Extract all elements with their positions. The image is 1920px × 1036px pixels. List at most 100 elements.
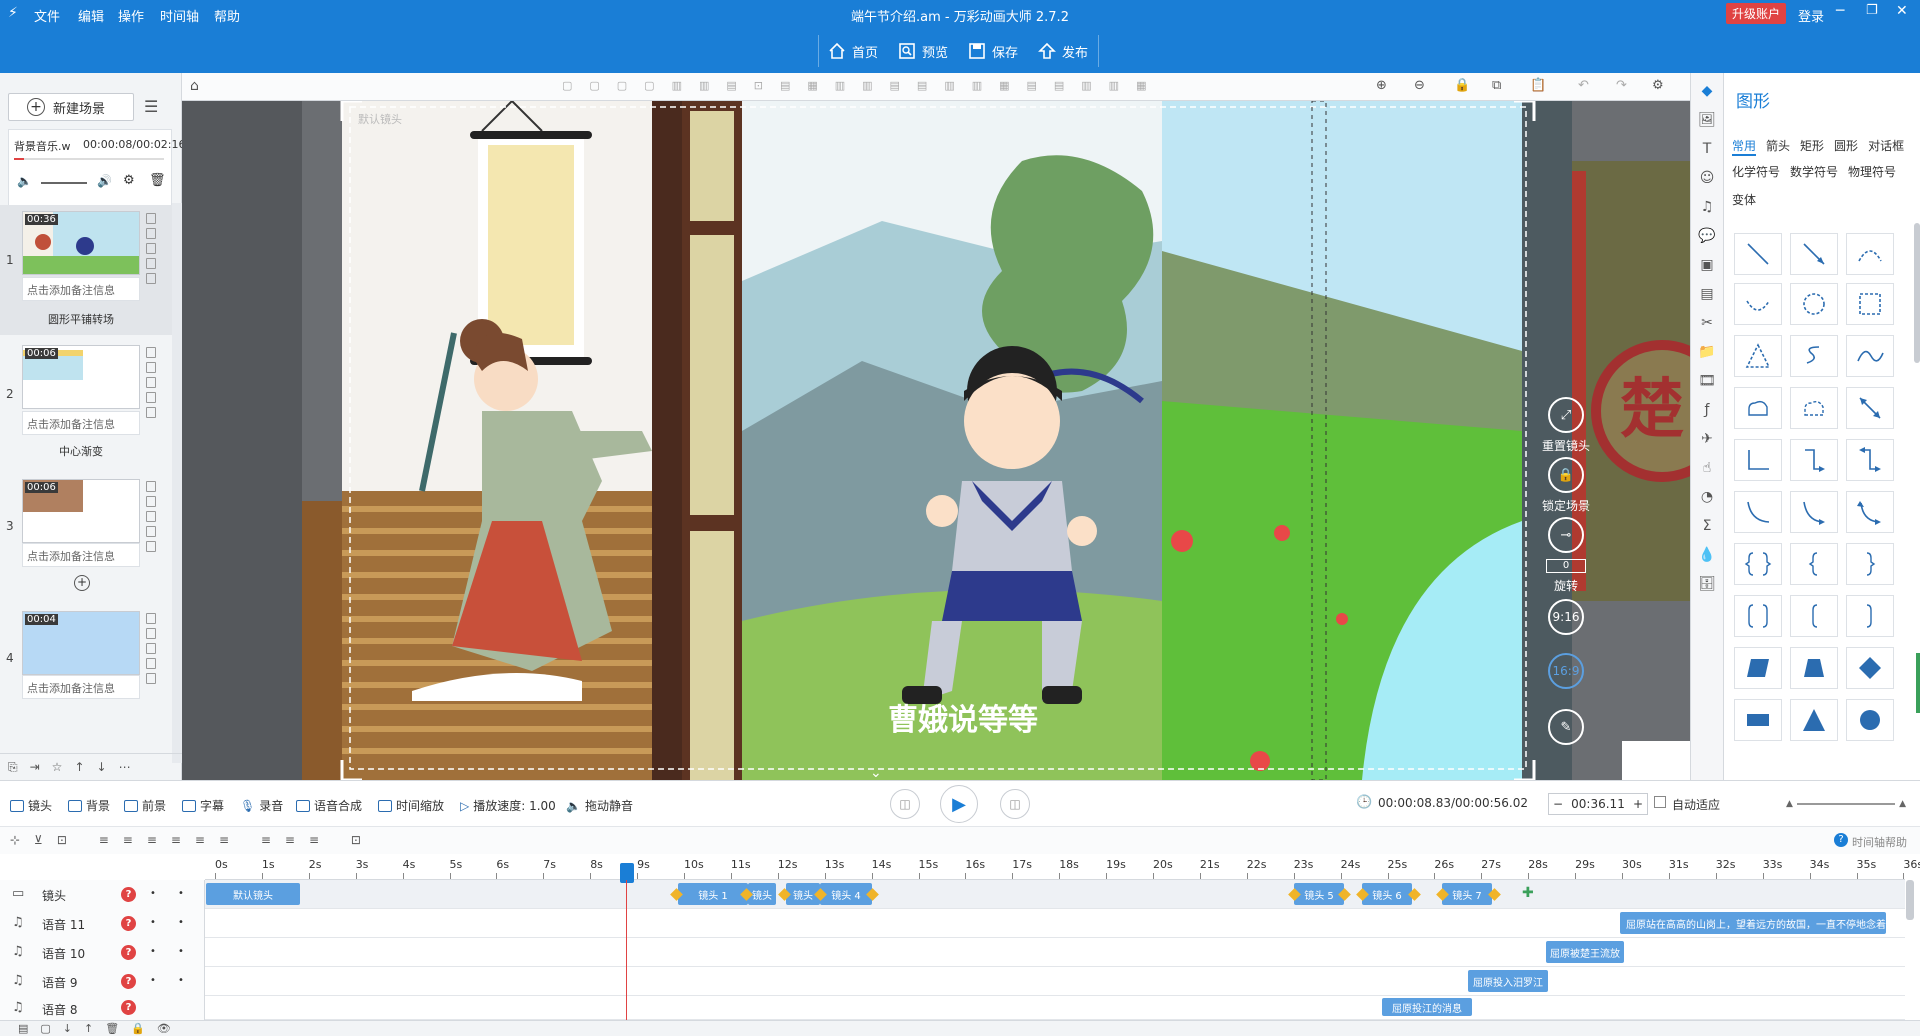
- reset-camera-button[interactable]: ⤢: [1548, 397, 1584, 433]
- record-button[interactable]: 🎙 录音: [240, 797, 283, 814]
- camera-clip-4[interactable]: 镜头 4: [820, 883, 872, 905]
- shape-rect-fill[interactable]: [1734, 699, 1782, 741]
- playback-speed-button[interactable]: ▷ 播放速度: 1.00: [460, 797, 556, 814]
- scene-tools-3[interactable]: [146, 481, 158, 552]
- dot-icon[interactable]: •: [150, 888, 156, 899]
- add-keyframe-icon[interactable]: ✚: [1522, 885, 1534, 901]
- add-camera-button[interactable]: 镜头: [10, 797, 52, 814]
- new-scene-button[interactable]: + 新建场景: [8, 93, 134, 121]
- scene-tools-1[interactable]: [146, 213, 158, 284]
- shape-curve-connector[interactable]: [1734, 491, 1782, 533]
- shape-trapezoid[interactable]: [1790, 647, 1838, 689]
- voice-clip-11[interactable]: 屈原站在高高的山岗上，望着远方的故国，一直不停地念着: [1620, 912, 1886, 934]
- add-subtitle-button[interactable]: 字幕: [182, 797, 224, 814]
- shape-brace-pair[interactable]: [1734, 543, 1782, 585]
- shape-circle-outline[interactable]: [1790, 283, 1838, 325]
- playhead-handle[interactable]: [620, 863, 634, 883]
- auto-fit-checkbox[interactable]: [1654, 796, 1666, 808]
- sigma-icon[interactable]: Σ: [1703, 518, 1712, 534]
- shape-scrollbar[interactable]: [1914, 223, 1920, 363]
- import-icon[interactable]: ⎘: [8, 760, 18, 774]
- rotate-dial[interactable]: ⊸: [1548, 517, 1584, 553]
- shape-diamond[interactable]: [1846, 647, 1894, 689]
- zoom-in-icon[interactable]: ⊕: [1376, 78, 1387, 93]
- scene-note-4[interactable]: 点击添加备注信息: [22, 675, 140, 699]
- voice-clip-10[interactable]: 屈原被楚王流放: [1546, 941, 1624, 963]
- close-icon[interactable]: ✕: [1896, 3, 1908, 19]
- camera-clip-5[interactable]: 镜头 5: [1294, 883, 1344, 905]
- lock-icon[interactable]: 🔒: [1454, 78, 1470, 93]
- save-button[interactable]: 保存: [962, 39, 1024, 63]
- shape-bracket-left[interactable]: [1790, 595, 1838, 637]
- drag-mute-button[interactable]: 🔈 拖动静音: [566, 797, 633, 814]
- scene-stage[interactable]: 楚: [182, 101, 1690, 780]
- lock-scene-button[interactable]: 🔒: [1548, 457, 1584, 493]
- shape-circle-fill[interactable]: [1846, 699, 1894, 741]
- home-button[interactable]: 首页: [822, 39, 884, 63]
- shape-arc[interactable]: [1846, 233, 1894, 275]
- shape-bracket-pair[interactable]: [1734, 595, 1782, 637]
- shape-icon[interactable]: ◆: [1702, 83, 1713, 99]
- music-icon[interactable]: ♫: [1701, 199, 1714, 215]
- tab-chemistry[interactable]: 化学符号: [1732, 163, 1780, 180]
- plane-icon[interactable]: ✈: [1701, 431, 1713, 447]
- upgrade-button[interactable]: 升级账户: [1726, 3, 1787, 24]
- shape-curve[interactable]: [1734, 283, 1782, 325]
- scene-list-icon[interactable]: ☰: [144, 97, 158, 116]
- login-link[interactable]: 登录: [1798, 6, 1824, 25]
- track-tool-icons[interactable]: ▤▢↓↑🗑🔒👁: [18, 1022, 183, 1035]
- shape-parallelogram[interactable]: [1734, 647, 1782, 689]
- shape-brace-right[interactable]: [1846, 543, 1894, 585]
- volume-down-icon[interactable]: 🔈: [17, 174, 32, 188]
- shape-triangle-fill[interactable]: [1790, 699, 1838, 741]
- tab-variant[interactable]: 变体: [1732, 193, 1756, 207]
- image-icon[interactable]: 🖼: [1698, 112, 1716, 128]
- delete-trash-icon[interactable]: 🗑: [149, 173, 166, 188]
- tab-dialog[interactable]: 对话框: [1868, 137, 1904, 156]
- archive-icon[interactable]: 🗄: [1698, 576, 1716, 592]
- help-icon[interactable]: ?: [1834, 833, 1848, 847]
- camera-clip-7[interactable]: 镜头 7: [1442, 883, 1492, 905]
- dot-icon[interactable]: •: [178, 917, 184, 928]
- camera-clip-6[interactable]: 镜头 6: [1362, 883, 1412, 905]
- time-scale-button[interactable]: 时间缩放: [378, 797, 444, 814]
- character-icon[interactable]: ☺: [1700, 170, 1715, 186]
- tracks-scrollbar[interactable]: [1906, 880, 1914, 920]
- preview-button[interactable]: 预览: [892, 39, 954, 63]
- dot-icon[interactable]: •: [178, 946, 184, 957]
- timeline-tool-icons[interactable]: ⊹⊻⊡ ≡≡≡≡≡≡ ≡≡≡ ⊡: [10, 833, 375, 847]
- camera-clip-default[interactable]: 默认镜头: [206, 883, 300, 905]
- scene-thumbnail-1[interactable]: 00:36: [22, 211, 140, 275]
- folder-icon[interactable]: 📁: [1698, 344, 1715, 360]
- voice-clip-9[interactable]: 屈原投入汨罗江: [1468, 970, 1548, 992]
- dot-icon[interactable]: •: [178, 975, 184, 986]
- question-icon[interactable]: ?: [121, 945, 136, 960]
- tab-circle[interactable]: 圆形: [1834, 137, 1858, 156]
- shape-rect-outline[interactable]: [1846, 283, 1894, 325]
- question-icon[interactable]: ?: [121, 1000, 136, 1015]
- photo-icon[interactable]: ▣: [1700, 257, 1713, 273]
- dot-icon[interactable]: •: [150, 946, 156, 957]
- scene-transition-1[interactable]: 圆形平铺转场: [22, 311, 140, 327]
- volume-up-icon[interactable]: 🔊: [97, 174, 112, 188]
- paste-icon[interactable]: 📋: [1530, 78, 1546, 93]
- settings-gear-icon[interactable]: ⚙: [123, 173, 135, 188]
- shape-wave[interactable]: [1846, 335, 1894, 377]
- canvas-home-icon[interactable]: ⌂: [190, 78, 199, 94]
- scene-tools-2[interactable]: [146, 347, 158, 418]
- dot-icon[interactable]: •: [150, 917, 156, 928]
- tools-icon[interactable]: ✂: [1701, 315, 1713, 331]
- publish-button[interactable]: 发布: [1032, 39, 1094, 63]
- film-icon[interactable]: 🎞: [1698, 373, 1716, 389]
- scene-note-3[interactable]: 点击添加备注信息: [22, 543, 140, 567]
- chart-pie-icon[interactable]: ◔: [1701, 489, 1713, 505]
- shape-brace-left[interactable]: [1790, 543, 1838, 585]
- settings-panel-icon[interactable]: ⚙: [1652, 78, 1664, 93]
- panel-edge-handle[interactable]: [1916, 653, 1920, 713]
- undo-icon[interactable]: ↶: [1578, 78, 1589, 93]
- shape-line[interactable]: [1734, 233, 1782, 275]
- shape-cloud-dashed[interactable]: [1790, 387, 1838, 429]
- scene-thumbnail-2[interactable]: 00:06: [22, 345, 140, 409]
- flash-icon[interactable]: ƒ: [1705, 402, 1710, 418]
- dot-icon[interactable]: •: [178, 888, 184, 899]
